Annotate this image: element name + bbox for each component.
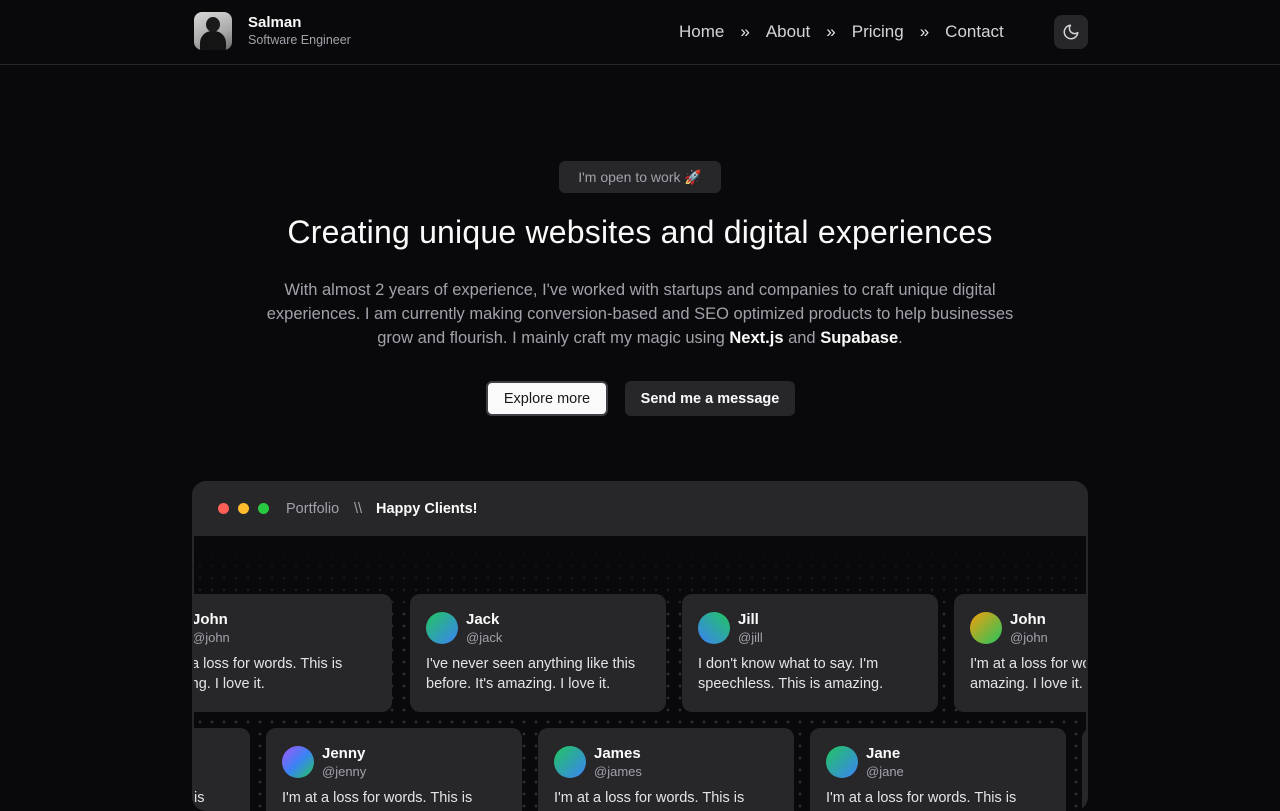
avatar [426,612,458,644]
moon-icon [1063,24,1079,40]
testimonial-card: Jenny @jenny I'm at a loss for words. Th… [266,728,522,811]
card-handle: @jenny [322,764,367,779]
testimonial-card [1082,728,1086,811]
card-handle: @jack [466,630,503,645]
testimonial-card: is [194,728,250,811]
portfolio-window: Portfolio \\ Happy Clients! John @john I… [192,481,1088,811]
card-name: Jane [866,745,901,762]
window-title-bar: Portfolio \\ Happy Clients! [192,481,1088,536]
card-text: I'm at a loss for words. This is amazing… [194,656,343,692]
brand-role: Software Engineer [248,33,351,47]
main-nav: Home » About » Pricing » Contact [679,20,1004,44]
hero-description-and: and [783,329,821,347]
tech-nextjs: Next.js [729,329,784,347]
card-text: I'm at a loss for words. This is amazing… [970,656,1086,692]
nav-separator: » [740,22,750,41]
brand[interactable]: Salman Software Engineer [194,12,351,50]
card-name: John [1010,611,1046,628]
nav-about[interactable]: About [766,20,810,44]
hero-title: Creating unique websites and digital exp… [287,214,993,250]
card-name: James [594,745,641,762]
theme-toggle-button[interactable] [1054,15,1088,49]
brand-name: Salman [248,14,302,31]
breadcrumb-separator: \\ [354,501,363,517]
nav-contact[interactable]: Contact [945,20,1004,44]
avatar [554,746,586,778]
send-message-button[interactable]: Send me a message [625,381,795,416]
hero-description: With almost 2 years of experience, I've … [255,278,1025,350]
testimonials-marquee: John @john I'm at a loss for words. This… [194,536,1086,811]
card-handle: @james [594,764,642,779]
avatar [194,12,232,50]
breadcrumb-happy-clients: Happy Clients! [376,501,478,517]
card-text: I've never seen anything like this befor… [426,656,636,692]
testimonial-card: John @john I'm at a loss for words. This… [954,594,1086,712]
nav-separator: » [826,22,836,41]
nav-pricing[interactable]: Pricing [852,20,904,44]
avatar [826,746,858,778]
testimonial-card: Jane @jane I'm at a loss for words. This… [810,728,1066,811]
card-handle: @john [1010,630,1048,645]
site-header: Salman Software Engineer Home » About » … [0,0,1280,65]
maximize-dot[interactable] [258,503,269,514]
breadcrumb-portfolio[interactable]: Portfolio [286,500,339,518]
card-name: Jack [466,611,500,628]
avatar [282,746,314,778]
open-to-work-badge: I'm open to work 🚀 [559,161,721,193]
nav-separator: » [919,22,930,41]
hero-description-period: . [898,329,903,347]
nav-home[interactable]: Home [679,20,724,44]
card-name: Jenny [322,745,366,762]
testimonial-card: John @john I'm at a loss for words. This… [194,594,392,712]
card-handle: @jane [866,764,904,779]
tech-supabase: Supabase [820,329,899,347]
avatar [970,612,1002,644]
card-handle: @john [194,630,230,645]
close-dot[interactable] [218,503,229,514]
card-handle: @jill [738,630,763,645]
testimonial-card: Jill @jill I don't know what to say. I'm… [682,594,938,712]
avatar [698,612,730,644]
minimize-dot[interactable] [238,503,249,514]
testimonial-card: Jack @jack I've never seen anything like… [410,594,666,712]
card-name: John [194,611,228,628]
card-name: Jill [738,611,759,628]
card-text: I don't know what to say. I'm speechless… [698,656,884,692]
explore-more-button[interactable]: Explore more [486,381,608,416]
testimonial-card: James @james I'm at a loss for words. Th… [538,728,794,811]
